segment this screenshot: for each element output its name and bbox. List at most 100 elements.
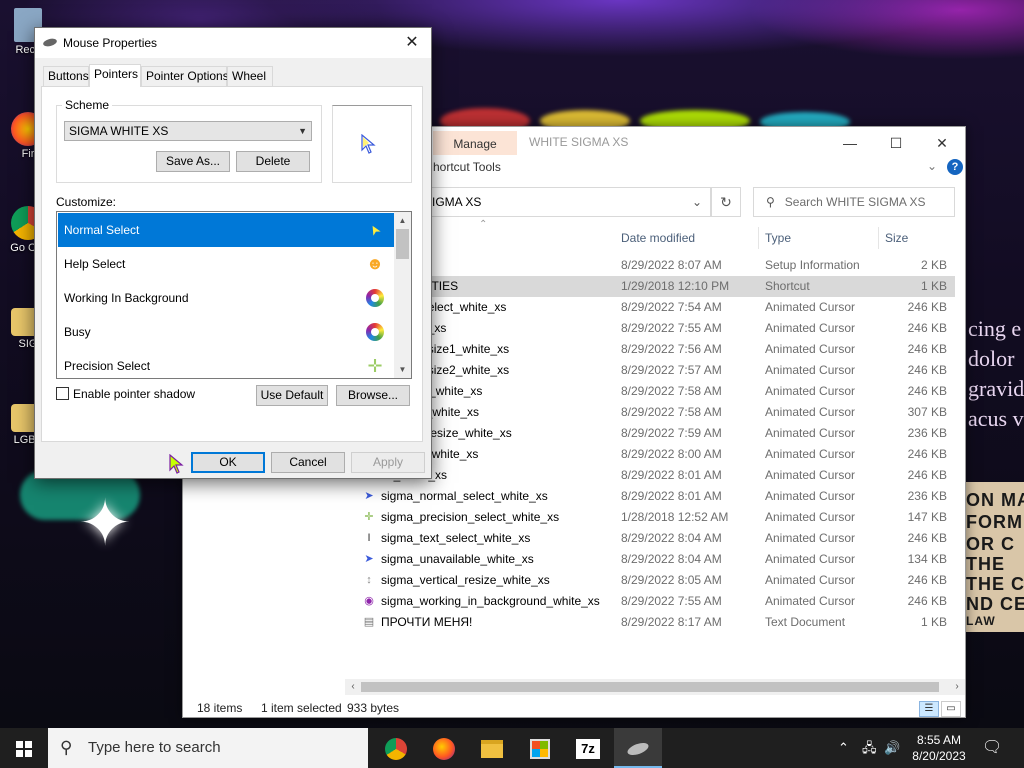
scheme-dropdown[interactable]: SIGMA WHITE XS ▼ bbox=[64, 121, 312, 141]
column-header-label: Date modified bbox=[621, 231, 696, 245]
table-row[interactable]: ➤gonal_resize2_white_xs8/29/2022 7:57 AM… bbox=[359, 360, 955, 381]
minimize-button[interactable]: — bbox=[827, 131, 873, 155]
file-type: Shortcut bbox=[765, 279, 810, 293]
table-row[interactable]: ➤gonal_resize1_white_xs8/29/2022 7:56 AM… bbox=[359, 339, 955, 360]
help-icon[interactable]: ? bbox=[947, 159, 963, 175]
table-row[interactable]: ⚙8/29/2022 8:07 AMSetup Information2 KB bbox=[359, 255, 955, 276]
ok-button[interactable]: OK bbox=[191, 452, 265, 473]
help-cursor-icon: ☻ bbox=[366, 254, 384, 273]
column-header-type[interactable]: Type bbox=[759, 227, 879, 249]
save-as-button[interactable]: Save As... bbox=[156, 151, 230, 172]
maximize-button[interactable]: ☐ bbox=[873, 131, 919, 155]
tab-buttons[interactable]: Buttons bbox=[43, 66, 89, 86]
taskbar-chrome[interactable] bbox=[372, 728, 420, 768]
table-row[interactable]: ↕ sigma_vertical_resize_white_xs 8/29/2022… bbox=[359, 570, 955, 591]
volume-icon[interactable]: 🔊 bbox=[884, 728, 900, 768]
horizontal-scrollbar[interactable]: ‹ › bbox=[345, 679, 965, 695]
scroll-right-icon[interactable]: › bbox=[949, 679, 965, 695]
close-icon[interactable]: ✕ bbox=[399, 31, 425, 55]
pointer-list-item[interactable]: Precision Select ✛ bbox=[58, 349, 394, 378]
taskbar-firefox[interactable] bbox=[420, 728, 468, 768]
pointer-list-item[interactable]: Normal Select ➤ bbox=[58, 213, 394, 247]
chevron-down-icon[interactable]: ⌄ bbox=[692, 188, 702, 216]
file-date-modified: 8/29/2022 7:58 AM bbox=[621, 384, 722, 398]
show-hidden-icons[interactable]: ⌃ bbox=[838, 728, 849, 768]
table-row[interactable]: ➤sy_white_xs8/29/2022 7:55 AMAnimated Cu… bbox=[359, 318, 955, 339]
delete-button[interactable]: Delete bbox=[236, 151, 310, 172]
mouse-icon bbox=[42, 37, 58, 48]
scrollbar-thumb[interactable] bbox=[361, 682, 939, 692]
checkbox-box[interactable] bbox=[56, 387, 69, 400]
file-size: 2 KB bbox=[920, 258, 947, 272]
address-bar[interactable]: IGMA XS ⌄ bbox=[421, 187, 711, 217]
wallpaper-text: THE bbox=[966, 554, 1005, 574]
cancel-button[interactable]: Cancel bbox=[271, 452, 345, 473]
pointer-list-item[interactable]: Help Select ☻ bbox=[58, 247, 394, 281]
table-row[interactable]: ▤ ПРОЧТИ МЕНЯ! 8/29/2022 8:17 AM Text Docum… bbox=[359, 612, 955, 633]
taskbar-7zip[interactable]: 7z bbox=[564, 728, 612, 768]
table-row[interactable]: ✛ sigma_precision_select_white_xs 1/28/201… bbox=[359, 507, 955, 528]
apply-button[interactable]: Apply bbox=[351, 452, 425, 473]
use-default-button[interactable]: Use Default bbox=[256, 385, 328, 406]
table-row[interactable]: ↗PROPERTIES1/29/2018 12:10 PMShortcut1 K… bbox=[359, 276, 955, 297]
enable-pointer-shadow-checkbox[interactable]: Enable pointer shadow bbox=[56, 387, 195, 401]
scheme-value: SIGMA WHITE XS bbox=[69, 124, 169, 138]
file-date-modified: 8/29/2022 8:07 AM bbox=[621, 258, 722, 272]
mouse-properties-icon bbox=[625, 740, 651, 758]
status-selected: 1 item selected bbox=[261, 701, 342, 715]
pointer-list[interactable]: Precision Select ✛ Busy Working In Backgrou… bbox=[56, 211, 412, 379]
browse-button[interactable]: Browse... bbox=[336, 385, 410, 406]
file-name: ПРОЧТИ МЕНЯ! bbox=[381, 615, 473, 629]
column-header-size[interactable]: Size bbox=[879, 227, 959, 249]
tab-pointers[interactable]: Pointers bbox=[89, 64, 141, 87]
tab-wheel[interactable]: Wheel bbox=[227, 66, 273, 86]
system-clock[interactable]: 8:55 AM 8/20/2023 bbox=[906, 732, 972, 764]
taskbar-search-placeholder: Type here to search bbox=[88, 739, 221, 756]
arrow-cursor-icon bbox=[361, 134, 376, 154]
table-row[interactable]: ➤ndwriting_white_xs8/29/2022 7:58 AMAnim… bbox=[359, 381, 955, 402]
ribbon-tab-manage[interactable]: Manage bbox=[433, 131, 517, 155]
column-header-date[interactable]: Date modified bbox=[615, 227, 759, 249]
taskbar-file-explorer[interactable] bbox=[468, 728, 516, 768]
file-date-modified: 8/29/2022 7:55 AM bbox=[621, 594, 722, 608]
taskbar-mouse-properties[interactable] bbox=[614, 728, 662, 768]
status-bar: 18 items 1 item selected 933 bytes ☰ ▭ bbox=[183, 697, 965, 719]
tab-pointer-options[interactable]: Pointer Options bbox=[141, 66, 229, 86]
table-row[interactable]: ➤ sigma_unavailable_white_xs 8/29/2022 8:0… bbox=[359, 549, 955, 570]
taskbar-search-box[interactable]: ⚲ Type here to search bbox=[48, 728, 368, 768]
table-row[interactable]: ➤p_select_white_xs8/29/2022 7:58 AMAnima… bbox=[359, 402, 955, 423]
ring-icon bbox=[366, 323, 384, 341]
wallpaper-text: acus v bbox=[968, 406, 1024, 431]
file-size: 246 KB bbox=[907, 594, 947, 608]
wallpaper-text: dolor bbox=[968, 346, 1015, 371]
taskbar-store[interactable] bbox=[516, 728, 564, 768]
pointer-list-item[interactable]: Busy bbox=[58, 315, 394, 349]
refresh-button[interactable]: ↻ bbox=[711, 187, 741, 217]
scrollbar-thumb[interactable] bbox=[396, 229, 409, 259]
details-view-icon[interactable]: ☰ bbox=[919, 701, 939, 717]
file-list: ⚙8/29/2022 8:07 AMSetup Information2 KB↗… bbox=[359, 255, 955, 633]
table-row[interactable]: ➤ernate_select_white_xs8/29/2022 7:54 AM… bbox=[359, 297, 955, 318]
wallpaper-text: THE CA bbox=[966, 574, 1024, 594]
scroll-down-icon[interactable]: ▼ bbox=[394, 361, 411, 378]
table-row[interactable]: ➤ve_white_xs8/29/2022 8:01 AMAnimated Cu… bbox=[359, 465, 955, 486]
start-button[interactable] bbox=[0, 728, 48, 768]
table-row[interactable]: ➤ sigma_normal_select_white_xs 8/29/2022 8… bbox=[359, 486, 955, 507]
table-row[interactable]: ➤k_select_white_xs8/29/2022 8:00 AMAnima… bbox=[359, 444, 955, 465]
file-name: sigma_working_in_background_white_xs bbox=[381, 594, 600, 608]
large-icons-view-icon[interactable]: ▭ bbox=[941, 701, 961, 717]
vertical-scrollbar[interactable]: ▲ ▼ bbox=[394, 212, 411, 378]
table-row[interactable]: ➤rizontal_resize_white_xs8/29/2022 7:59 … bbox=[359, 423, 955, 444]
notifications-icon[interactable]: 🗨 bbox=[982, 728, 1002, 768]
pointer-list-item[interactable]: Working In Background bbox=[58, 281, 394, 315]
table-row[interactable]: Isigma_text_select_white_xs 8/29/2022 8:0… bbox=[359, 528, 955, 549]
search-box[interactable]: ⚲ Search WHITE SIGMA XS bbox=[753, 187, 955, 217]
scroll-left-icon[interactable]: ‹ bbox=[345, 679, 361, 695]
close-button[interactable]: ✕ bbox=[919, 131, 965, 155]
file-name: sigma_normal_select_white_xs bbox=[381, 489, 548, 503]
ribbon-expand-chevron-icon[interactable]: ⌄ bbox=[927, 159, 937, 173]
customize-label: Customize: bbox=[56, 195, 117, 209]
table-row[interactable]: ◉ sigma_working_in_background_white_xs 8/2… bbox=[359, 591, 955, 612]
network-icon[interactable]: 🖧 bbox=[862, 728, 877, 768]
scroll-up-icon[interactable]: ▲ bbox=[394, 212, 411, 229]
